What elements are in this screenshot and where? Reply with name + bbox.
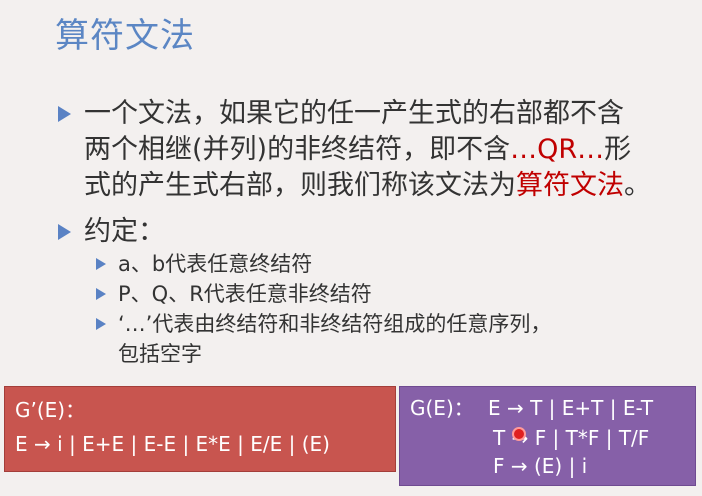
sub-bullet-icon <box>96 258 106 270</box>
grammar-g-box: G(E)： E → T | E+T | E-T T → F | T*F | T/… <box>399 386 696 486</box>
highlight-qr: …QR… <box>510 134 605 165</box>
definition-text: 两个相继(并列)的非终结符，即不含 <box>84 134 511 165</box>
grammar-g-prime-label: G’(E)： <box>15 398 86 422</box>
convention-item: P、Q、R代表任意非终结符 <box>118 282 372 306</box>
pointer-cursor-icon <box>512 427 526 441</box>
convention-item: ‘…’代表由终结符和非终结符组成的任意序列， <box>118 312 552 336</box>
highlight-term: 算符文法 <box>516 170 624 201</box>
sub-bullet-icon <box>96 318 106 330</box>
definition-line-2: 两个相继(并列)的非终结符，即不含…QR…形 <box>84 132 694 168</box>
grammar-g-prime-box: G’(E)： E → i | E+E | E-E | E*E | E/E | (… <box>4 386 396 472</box>
convention-item: a、b代表任意终结符 <box>118 252 313 276</box>
convention-item: 包括空字 <box>118 342 202 366</box>
bullet-triangle-icon <box>58 224 71 240</box>
definition-line-1: 一个文法，如果它的任一产生式的右部都不含 <box>84 98 624 129</box>
slide-title: 算符文法 <box>55 16 195 56</box>
convention-heading: 约定： <box>84 216 165 247</box>
grammar-g-label: G(E)： <box>410 396 474 420</box>
definition-paragraph: 一个文法，如果它的任一产生式的右部都不含 两个相继(并列)的非终结符，即不含…Q… <box>84 96 694 204</box>
grammar-g-rule: E → T | E+T | E-T <box>488 396 654 420</box>
definition-text: 式的产生式右部，则我们称该文法为 <box>84 170 516 201</box>
grammar-g-rule: F → (E) | i <box>493 454 588 478</box>
sub-bullet-icon <box>96 288 106 300</box>
definition-line-3: 式的产生式右部，则我们称该文法为算符文法。 <box>84 168 694 204</box>
definition-text: 形 <box>604 134 632 165</box>
grammar-g-prime-rule: E → i | E+E | E-E | E*E | E/E | (E) <box>15 432 330 456</box>
definition-text: 。 <box>624 170 651 201</box>
bullet-triangle-icon <box>58 106 71 122</box>
